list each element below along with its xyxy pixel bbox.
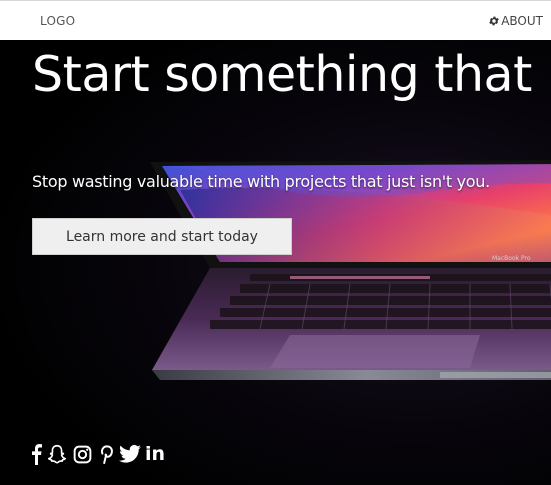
about-label: ABOUT [501, 14, 543, 28]
pinterest-icon[interactable] [97, 443, 115, 465]
gear-icon [488, 15, 500, 27]
instagram-icon[interactable] [72, 444, 93, 465]
page: LOGO ABOUT MacBook Pro Start something t… [0, 0, 551, 485]
about-link[interactable]: ABOUT [488, 14, 543, 28]
linkedin-icon[interactable]: in [145, 443, 165, 465]
linkedin-text: in [145, 443, 166, 465]
twitter-icon[interactable] [119, 444, 141, 464]
social-links: in [30, 443, 165, 465]
learn-more-button[interactable]: Learn more and start today [32, 218, 292, 255]
hero-subtitle: Stop wasting valuable time with projects… [32, 172, 490, 191]
laptop-screen-label: MacBook Pro [492, 255, 531, 262]
logo-link[interactable]: LOGO [40, 14, 75, 28]
hero-title: Start something that matters [32, 46, 551, 103]
navbar: LOGO ABOUT [0, 0, 551, 40]
snapchat-icon[interactable] [46, 443, 68, 465]
facebook-icon[interactable] [30, 443, 42, 465]
